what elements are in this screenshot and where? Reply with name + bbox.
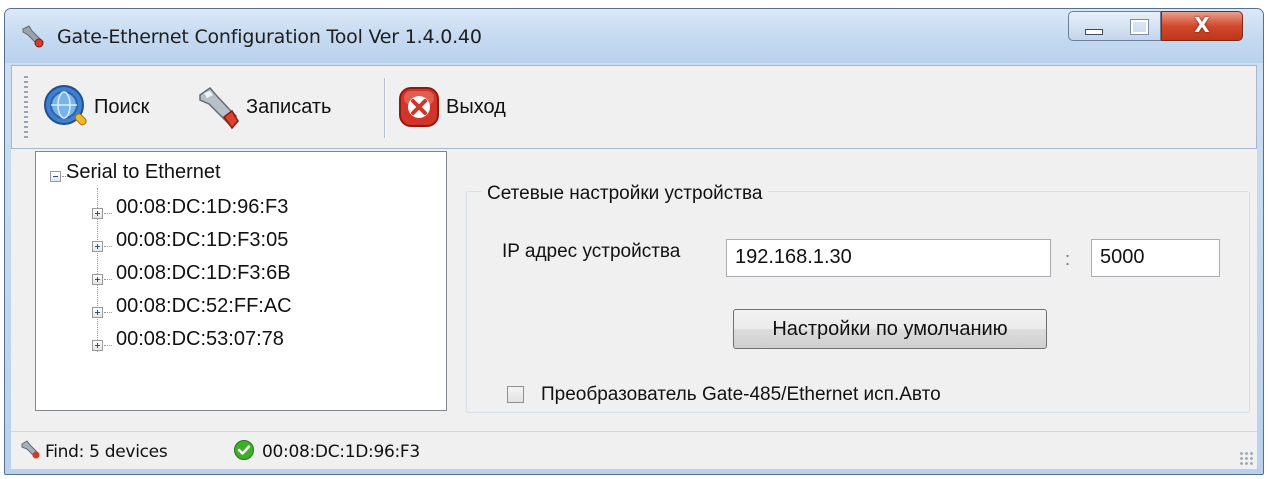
wrench-icon — [21, 440, 40, 459]
port-separator: : — [1065, 249, 1071, 269]
tree-item-device[interactable]: 00:08:DC:53:07:78 — [116, 328, 284, 351]
exit-icon — [399, 87, 439, 127]
search-globe-icon — [44, 85, 87, 126]
network-settings-group — [466, 191, 1250, 413]
status-selected-device: 00:08:DC:1D:96:F3 — [262, 442, 420, 462]
toolbar-grip[interactable] — [24, 76, 28, 138]
search-button-label: Поиск — [94, 95, 150, 118]
window-title: Gate-Ethernet Configuration Tool Ver 1.4… — [57, 26, 482, 48]
tree-connector — [104, 345, 112, 346]
toolbar: Поиск Записать Выход — [11, 65, 1257, 149]
app-window: Gate-Ethernet Configuration Tool Ver 1.4… — [4, 8, 1264, 475]
expand-icon[interactable] — [92, 274, 103, 285]
port-field[interactable]: 5000 — [1091, 239, 1220, 277]
tree-item-device[interactable]: 00:08:DC:1D:F3:6B — [116, 262, 291, 285]
gate-485-auto-label[interactable]: Преобразователь Gate-485/Ethernet исп.Ав… — [541, 384, 941, 406]
wrench-icon — [199, 86, 239, 130]
device-tree[interactable]: Serial to Ethernet 00:08:DC:1D:96:F3 00:… — [35, 151, 447, 411]
gate-485-auto-checkbox[interactable] — [507, 386, 524, 403]
default-settings-button[interactable]: Настройки по умолчанию — [733, 309, 1047, 349]
title-bar[interactable]: Gate-Ethernet Configuration Tool Ver 1.4… — [5, 9, 1263, 63]
ip-address-label: IP адрес устройства — [502, 241, 681, 262]
tree-connector — [104, 312, 112, 313]
tree-connector — [104, 213, 112, 214]
tree-item-device[interactable]: 00:08:DC:1D:96:F3 — [116, 196, 288, 219]
close-button[interactable]: X — [1161, 11, 1243, 41]
tree-connector — [104, 246, 112, 247]
group-title: Сетевые настройки устройства — [481, 183, 769, 205]
wrench-icon — [22, 25, 44, 48]
exit-button[interactable]: Выход — [396, 74, 506, 140]
check-ok-icon — [234, 440, 254, 460]
expand-icon[interactable] — [92, 340, 103, 351]
tree-item-device[interactable]: 00:08:DC:52:FF:AC — [116, 295, 292, 318]
maximize-button[interactable] — [1115, 11, 1161, 41]
toolbar-separator — [384, 78, 385, 138]
resize-grip[interactable] — [1239, 451, 1253, 465]
status-bar: Find: 5 devices 00:08:DC:1D:96:F3 — [11, 431, 1257, 469]
minimize-icon — [1085, 29, 1103, 35]
maximize-icon — [1130, 19, 1149, 35]
expand-icon[interactable] — [92, 241, 103, 252]
collapse-icon[interactable] — [50, 171, 61, 182]
search-button[interactable]: Поиск — [42, 74, 149, 140]
expand-icon[interactable] — [92, 208, 103, 219]
write-button-label: Записать — [246, 95, 332, 118]
minimize-button[interactable] — [1068, 11, 1116, 41]
tree-item-device[interactable]: 00:08:DC:1D:F3:05 — [116, 229, 288, 252]
ip-address-field[interactable]: 192.168.1.30 — [726, 239, 1051, 277]
tree-root-serial-to-ethernet[interactable]: Serial to Ethernet — [66, 161, 221, 184]
expand-icon[interactable] — [92, 307, 103, 318]
tree-connector — [104, 279, 112, 280]
write-button[interactable]: Записать — [194, 74, 331, 140]
close-icon: X — [1194, 13, 1210, 37]
status-find-text: Find: 5 devices — [45, 442, 168, 462]
exit-button-label: Выход — [446, 95, 506, 118]
main-panel: Serial to Ethernet 00:08:DC:1D:96:F3 00:… — [11, 149, 1257, 431]
